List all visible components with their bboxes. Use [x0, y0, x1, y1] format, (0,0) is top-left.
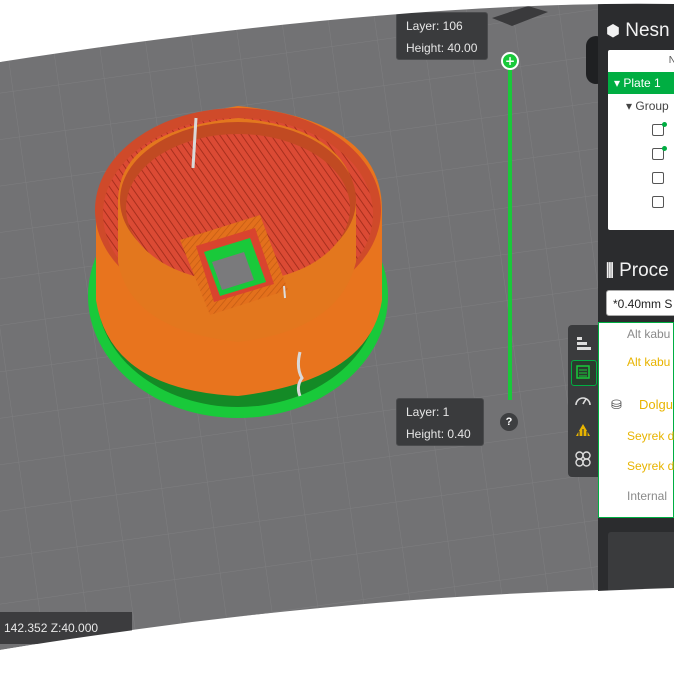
app-window: + Layer: 106 Height: 40.00 Layer: 1 Heig… [0, 0, 674, 674]
frame-edges [0, 0, 674, 674]
